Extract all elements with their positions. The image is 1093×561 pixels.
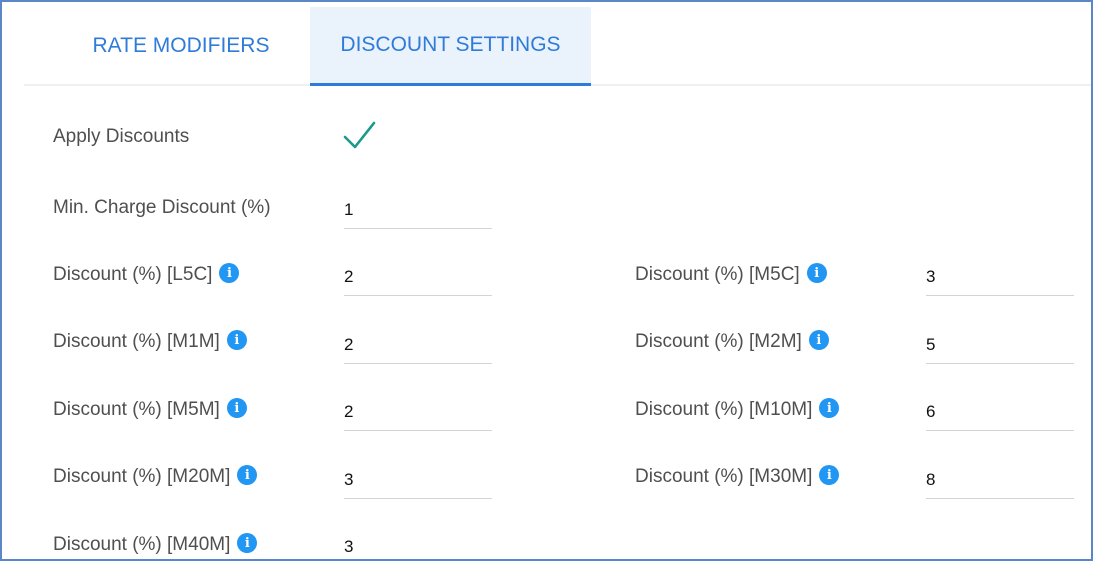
apply-discounts-label-text: Apply Discounts (53, 126, 190, 147)
info-icon[interactable]: i (226, 330, 247, 350)
discount-m10m-label: Discount (%) [M10M] i (635, 398, 840, 421)
discount-m2m-label: Discount (%) [M2M] i (635, 330, 829, 353)
info-icon[interactable]: i (237, 465, 258, 485)
info-icon[interactable]: i (819, 398, 840, 418)
apply-discounts-label: Apply Discounts (53, 126, 189, 148)
tab-discount-settings[interactable]: DISCOUNT SETTINGS (310, 7, 591, 86)
discount-m5m-input[interactable] (344, 401, 484, 423)
min-charge-discount-field[interactable] (344, 195, 492, 229)
discount-m1m-label-text: Discount (%) [M1M] (53, 331, 220, 352)
discount-m5m-label-text: Discount (%) [M5M] (53, 399, 220, 420)
discount-m30m-label: Discount (%) [M30M] i (635, 465, 840, 488)
discount-m40m-label-text: Discount (%) [M40M] (53, 534, 231, 555)
discount-l5c-field[interactable] (344, 262, 492, 296)
discount-m2m-input[interactable] (926, 334, 1066, 356)
discount-m5m-label: Discount (%) [M5M] i (53, 398, 247, 421)
discount-m40m-field[interactable] (344, 532, 492, 559)
discount-m5m-field[interactable] (344, 397, 492, 431)
discount-m30m-field[interactable] (926, 465, 1074, 499)
discount-l5c-label-text: Discount (%) [L5C] (53, 264, 213, 285)
discount-settings-panel: RATE MODIFIERS DISCOUNT SETTINGS Apply D… (0, 0, 1093, 561)
info-icon[interactable]: i (819, 465, 840, 485)
discount-m30m-input[interactable] (926, 469, 1066, 491)
discount-m5c-input[interactable] (926, 266, 1066, 288)
discount-m1m-field[interactable] (344, 330, 492, 364)
checkmark-icon[interactable] (343, 120, 377, 152)
discount-m5c-field[interactable] (926, 262, 1074, 296)
discount-l5c-input[interactable] (344, 266, 484, 288)
discount-m20m-input[interactable] (344, 469, 484, 491)
discount-m2m-field[interactable] (926, 330, 1074, 364)
discount-m10m-input[interactable] (926, 401, 1066, 423)
discount-m40m-input[interactable] (344, 536, 484, 558)
discount-m20m-label: Discount (%) [M20M] i (53, 465, 258, 488)
info-icon[interactable]: i (806, 263, 827, 283)
info-icon[interactable]: i (808, 330, 829, 350)
discount-m10m-label-text: Discount (%) [M10M] (635, 399, 813, 420)
min-charge-discount-label: Min. Charge Discount (%) (53, 197, 271, 219)
discount-m20m-label-text: Discount (%) [M20M] (53, 466, 231, 487)
discount-m2m-label-text: Discount (%) [M2M] (635, 331, 802, 352)
discount-l5c-label: Discount (%) [L5C] i (53, 263, 240, 286)
tab-rate-modifiers[interactable]: RATE MODIFIERS (67, 7, 295, 84)
info-icon[interactable]: i (226, 398, 247, 418)
discount-m1m-input[interactable] (344, 334, 484, 356)
info-icon[interactable]: i (219, 263, 240, 283)
discount-m5c-label: Discount (%) [M5C] i (635, 263, 827, 286)
info-icon[interactable]: i (237, 533, 258, 553)
discount-m40m-label: Discount (%) [M40M] i (53, 533, 258, 556)
discount-m20m-field[interactable] (344, 465, 492, 499)
min-charge-discount-label-text: Min. Charge Discount (%) (53, 197, 271, 218)
discount-m10m-field[interactable] (926, 397, 1074, 431)
tab-bar: RATE MODIFIERS DISCOUNT SETTINGS (24, 7, 1091, 86)
discount-m5c-label-text: Discount (%) [M5C] (635, 264, 800, 285)
discount-m1m-label: Discount (%) [M1M] i (53, 330, 247, 353)
min-charge-discount-input[interactable] (344, 199, 484, 221)
discount-m30m-label-text: Discount (%) [M30M] (635, 466, 813, 487)
